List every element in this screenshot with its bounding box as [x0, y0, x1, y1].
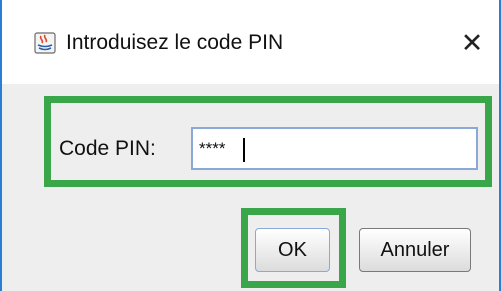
pin-label: Code PIN:: [59, 137, 156, 160]
java-app-icon: [34, 32, 56, 54]
pin-input[interactable]: [191, 127, 478, 170]
close-icon[interactable]: ✕: [455, 26, 489, 60]
dialog-content: Code PIN: OK Annuler: [2, 84, 499, 291]
ok-button[interactable]: OK: [255, 228, 330, 272]
cancel-button[interactable]: Annuler: [359, 228, 471, 272]
pin-field-highlight: Code PIN:: [44, 96, 492, 187]
text-caret: [243, 138, 245, 162]
title-bar: Introduisez le code PIN ✕: [2, 0, 499, 84]
window-title: Introduisez le code PIN: [66, 31, 284, 54]
pin-dialog-window: Introduisez le code PIN ✕ Code PIN: OK A…: [0, 0, 501, 291]
